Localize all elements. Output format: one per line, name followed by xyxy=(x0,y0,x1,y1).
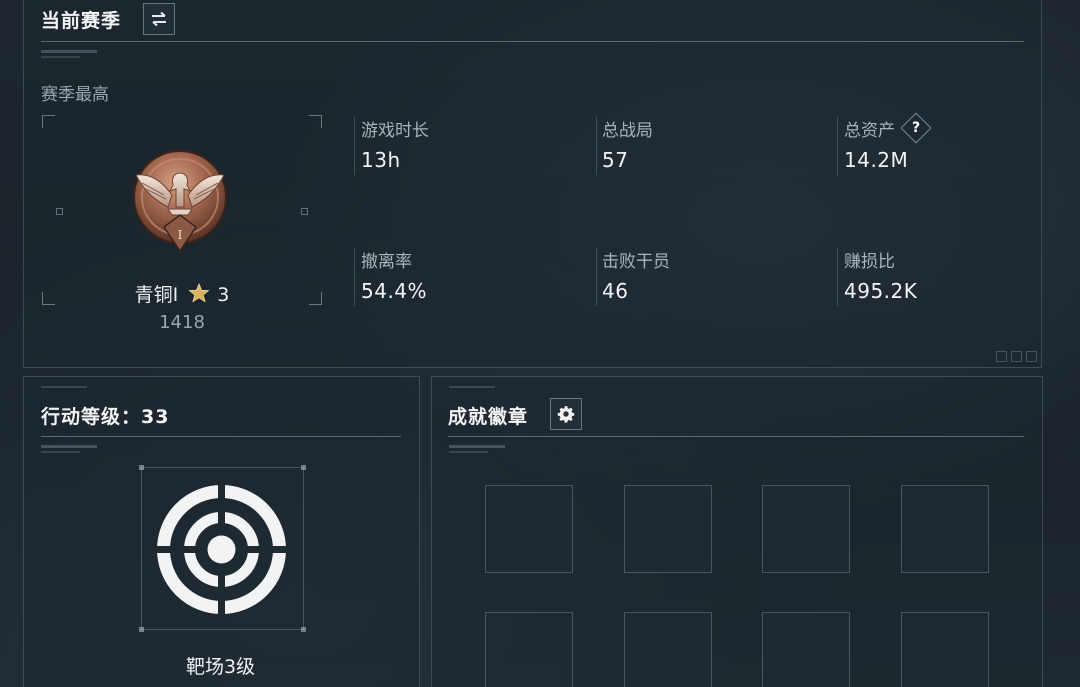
target-range-level: 靶场3级 xyxy=(185,656,256,678)
season-switch-button[interactable] xyxy=(143,3,175,35)
rank-tier-name: 青铜I xyxy=(134,284,179,306)
swap-arrows-icon xyxy=(152,11,166,27)
rank-score: 1418 xyxy=(159,312,205,333)
badge-slot[interactable] xyxy=(901,612,989,687)
badge-title-tag xyxy=(449,445,505,453)
stat-value: 57 xyxy=(602,148,629,172)
stat-value: 13h xyxy=(361,148,401,172)
stat-total-assets: 总资产 ? 14.2M xyxy=(844,112,932,172)
achievement-badge-title: 成就徽章 xyxy=(448,406,529,428)
badge-slot[interactable] xyxy=(624,485,712,573)
bronze-eagle-rank-emblem: I xyxy=(133,150,227,253)
badge-settings-button[interactable] xyxy=(550,398,582,430)
stat-value: 46 xyxy=(602,279,629,303)
badge-slot[interactable] xyxy=(624,612,712,687)
badge-title-divider xyxy=(448,436,1024,437)
stat-value: 14.2M xyxy=(844,148,909,172)
season-title-tag xyxy=(41,50,97,58)
stat-label: 总战局 xyxy=(602,120,653,141)
level-panel-tag xyxy=(41,386,87,388)
badge-slot[interactable] xyxy=(485,485,573,573)
stat-label: 击败干员 xyxy=(602,251,670,272)
rank-emblem-frame: I xyxy=(42,115,322,305)
gear-icon xyxy=(557,406,575,423)
badge-slot[interactable] xyxy=(485,612,573,687)
stat-extract-rate: 撤离率 54.4% xyxy=(361,247,428,304)
season-panel-title: 当前赛季 xyxy=(41,10,122,32)
help-icon-glyph: ? xyxy=(911,120,921,136)
panel-corner-decor xyxy=(996,351,1037,362)
operation-level-title: 行动等级：33 xyxy=(41,406,170,428)
stat-label: 撤离率 xyxy=(361,251,412,272)
stat-divider xyxy=(354,248,355,306)
stat-total-matches: 总战局 57 xyxy=(602,116,653,173)
stat-operators-defeated: 击败干员 46 xyxy=(602,247,670,304)
target-range-icon[interactable] xyxy=(155,483,288,616)
stat-profit-loss-ratio: 赚损比 495.2K xyxy=(844,247,918,304)
stat-value: 495.2K xyxy=(844,279,918,303)
career-stats-screen: 当前赛季 赛季最高 I 青铜I 3 1418 游戏时长 13h 总战局 57 总… xyxy=(0,0,1080,687)
rank-star-count: 3 xyxy=(217,284,230,306)
stat-divider xyxy=(596,117,597,175)
stat-label-row: 总资产 ? xyxy=(844,112,932,144)
stat-divider xyxy=(837,248,838,306)
stat-divider xyxy=(354,117,355,175)
stat-divider xyxy=(596,248,597,306)
level-title-tag xyxy=(41,445,97,453)
badge-slot[interactable] xyxy=(762,612,850,687)
badge-slot[interactable] xyxy=(901,485,989,573)
stat-label: 游戏时长 xyxy=(361,120,429,141)
badge-panel-tag xyxy=(449,386,495,388)
level-title-divider xyxy=(41,436,401,437)
rank-emblem-numeral: I xyxy=(178,228,183,242)
star-icon xyxy=(188,282,210,303)
stat-value: 54.4% xyxy=(361,279,428,303)
season-best-label: 赛季最高 xyxy=(41,85,109,105)
season-title-divider xyxy=(41,41,1024,42)
rank-tier: 青铜I 3 xyxy=(42,280,322,307)
stat-label: 赚损比 xyxy=(844,251,895,272)
badge-slot[interactable] xyxy=(762,485,850,573)
stat-play-time: 游戏时长 13h xyxy=(361,116,429,173)
stat-divider xyxy=(837,117,838,175)
help-icon[interactable]: ? xyxy=(900,112,932,144)
stat-label: 总资产 xyxy=(844,120,895,141)
